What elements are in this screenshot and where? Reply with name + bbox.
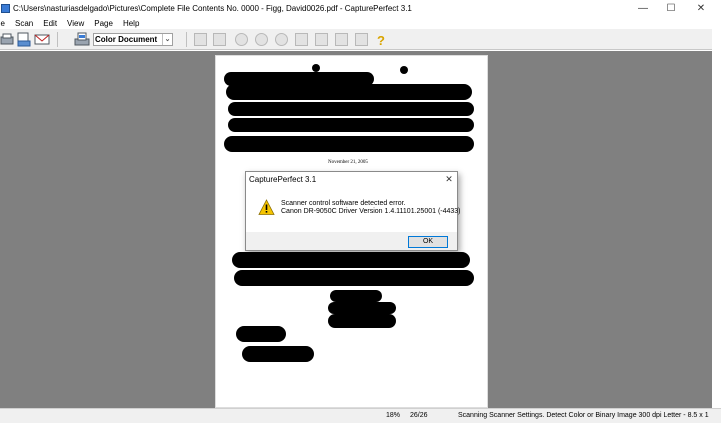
next-page-icon[interactable] <box>335 33 348 46</box>
rotate-right-icon[interactable] <box>315 33 328 46</box>
toolbar-separator <box>186 32 187 47</box>
ok-button[interactable]: OK <box>408 236 448 248</box>
scan-settings-status: Scanning Scanner Settings. Detect Color … <box>458 412 709 419</box>
redaction-mark <box>328 314 396 328</box>
scan-settings-icon[interactable] <box>74 32 90 47</box>
redaction-mark <box>312 64 320 72</box>
right-edge-strip <box>712 29 721 408</box>
thumbnail-view-icon[interactable] <box>213 33 226 46</box>
title-bar: C:\Users\nasturiasdelgado\Pictures\Compl… <box>0 0 721 17</box>
menu-file[interactable]: ile <box>0 19 10 28</box>
redaction-mark <box>400 66 408 74</box>
minimize-button[interactable]: — <box>628 0 658 17</box>
menu-page[interactable]: Page <box>89 19 118 28</box>
warning-icon <box>258 199 275 215</box>
dialog-title-bar: CapturePerfect 3.1 ✕ <box>246 172 457 186</box>
menu-edit[interactable]: Edit <box>38 19 62 28</box>
dialog-message-line-2: Canon DR-9050C Driver Version 1.4.11101.… <box>281 208 461 215</box>
redaction-mark <box>224 136 474 152</box>
svg-text:?: ? <box>377 33 385 47</box>
zoom-in-icon[interactable] <box>235 33 248 46</box>
dialog-title: CapturePerfect 3.1 <box>249 174 317 184</box>
menu-bar: ile Scan Edit View Page Help <box>0 17 721 29</box>
redaction-mark <box>226 84 472 100</box>
toolbar-separator <box>57 32 58 47</box>
error-dialog: CapturePerfect 3.1 ✕ Scanner control sof… <box>245 171 461 251</box>
color-mode-select[interactable]: Color Document ⌄ <box>93 33 173 46</box>
toolbar: Color Document ⌄ ? <box>0 29 712 50</box>
single-view-icon[interactable] <box>194 33 207 46</box>
chevron-down-icon[interactable]: ⌄ <box>162 34 172 45</box>
window-title: C:\Users\nasturiasdelgado\Pictures\Compl… <box>13 4 412 13</box>
redaction-mark <box>328 302 396 314</box>
redaction-mark <box>228 118 474 132</box>
scan-page-icon[interactable] <box>16 32 32 47</box>
menu-view[interactable]: View <box>62 19 89 28</box>
status-bar: 18% 26/26 Scanning Scanner Settings. Det… <box>0 408 721 423</box>
page-indicator: 26/26 <box>410 412 428 419</box>
dialog-message-line-1: Scanner control software detected error. <box>281 200 406 207</box>
edit-page-icon[interactable] <box>355 33 368 46</box>
rotate-left-icon[interactable] <box>295 33 308 46</box>
color-mode-value: Color Document <box>95 35 158 44</box>
menu-help[interactable]: Help <box>118 19 144 28</box>
zoom-fit-icon[interactable] <box>275 33 288 46</box>
scan-batch-icon[interactable] <box>0 32 16 47</box>
dialog-body: Scanner control software detected error.… <box>246 186 461 232</box>
app-icon <box>1 4 10 13</box>
close-button[interactable]: ✕ <box>686 0 716 17</box>
help-icon[interactable]: ? <box>373 32 389 48</box>
document-date: November 21, 2005 <box>328 160 368 165</box>
redaction-mark <box>330 290 382 302</box>
dialog-close-button[interactable]: ✕ <box>443 173 455 185</box>
redaction-mark <box>228 102 474 116</box>
scan-to-mail-icon[interactable] <box>34 32 50 47</box>
menu-scan[interactable]: Scan <box>10 19 38 28</box>
redaction-mark <box>234 270 474 286</box>
maximize-button[interactable]: ☐ <box>656 0 686 17</box>
zoom-level: 18% <box>386 412 401 419</box>
redaction-mark <box>236 326 286 342</box>
zoom-out-icon[interactable] <box>255 33 268 46</box>
redaction-mark <box>242 346 314 362</box>
redaction-mark <box>232 252 470 268</box>
